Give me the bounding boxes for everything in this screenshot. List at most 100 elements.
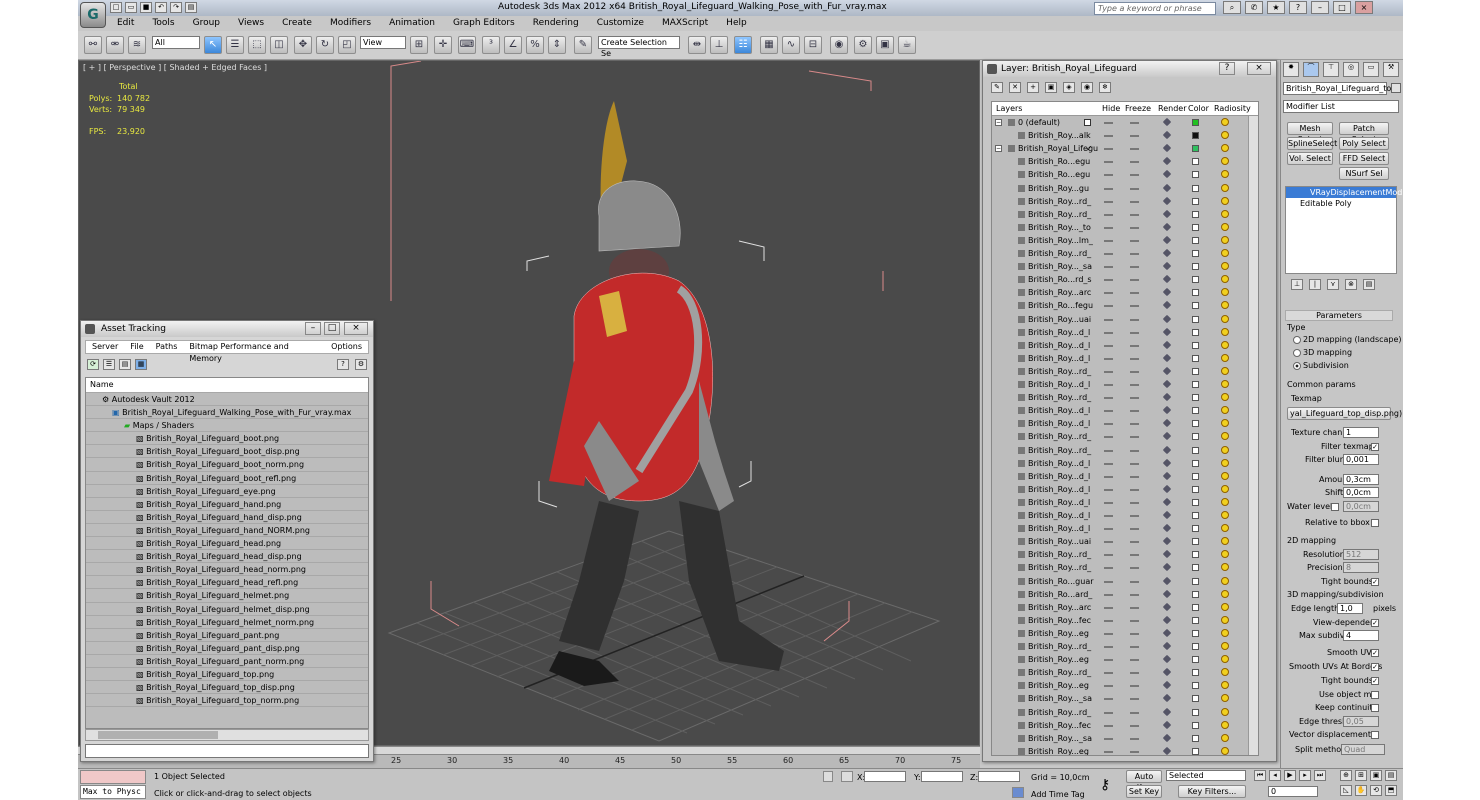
map-file-row[interactable]: ▧ British_Royal_Lifeguard_helmet_norm.pn…	[86, 616, 368, 629]
layer-row[interactable]: British_Roy...rd_	[992, 666, 1258, 679]
render-teapot-icon[interactable]	[1162, 628, 1172, 638]
menu-help[interactable]: Help	[717, 16, 756, 31]
render-teapot-icon[interactable]	[1162, 602, 1172, 611]
shift-spinner[interactable]: 0,0cm	[1343, 487, 1379, 498]
hide-toggle[interactable]	[1104, 213, 1113, 216]
layer-color-swatch[interactable]	[1192, 708, 1199, 716]
zoom-extents-icon[interactable]: ▣	[1370, 770, 1382, 781]
map-file-row[interactable]: ▧ British_Royal_Lifeguard_top.png	[86, 668, 368, 682]
radiosity-sun-icon[interactable]	[1221, 353, 1229, 362]
radiosity-sun-icon[interactable]	[1221, 170, 1229, 179]
layer-color-swatch[interactable]	[1192, 367, 1199, 375]
map-file-row[interactable]: ▧ British_Royal_Lifeguard_hand_disp.png	[86, 511, 368, 524]
radiosity-sun-icon[interactable]	[1221, 118, 1229, 126]
select-by-name-icon[interactable]: ☰	[226, 36, 244, 54]
create-layer-icon[interactable]: ✎	[991, 82, 1003, 93]
freeze-toggle[interactable]	[1130, 279, 1139, 282]
refresh-icon[interactable]: ⟳	[87, 359, 99, 370]
radiosity-sun-icon[interactable]	[1221, 550, 1229, 559]
render-teapot-icon[interactable]	[1162, 497, 1172, 507]
asset-path-field[interactable]	[85, 744, 369, 758]
asset-horizontal-scrollbar[interactable]	[85, 729, 369, 741]
freeze-toggle[interactable]	[1130, 397, 1139, 400]
menu-rendering[interactable]: Rendering	[524, 16, 588, 31]
radiosity-sun-icon[interactable]	[1221, 524, 1229, 533]
modifier-button-nsurf-sel[interactable]: NSurf Sel	[1339, 167, 1389, 180]
map-file-row[interactable]: ▧ British_Royal_Lifeguard_head_refl.png	[86, 576, 368, 590]
hide-toggle[interactable]	[1104, 711, 1113, 714]
zoom-all-icon[interactable]: ⊞	[1355, 770, 1367, 781]
col-hide[interactable]: Hide	[1102, 102, 1120, 115]
layer-row[interactable]: British_Roy...rd_	[992, 640, 1258, 653]
map-file-row[interactable]: ▧ British_Royal_Lifeguard_head.png	[86, 537, 368, 551]
table-view-icon[interactable]: ▤	[119, 359, 131, 370]
parameters-rollout[interactable]: Parameters	[1285, 310, 1393, 321]
map-file-row[interactable]: ▧ British_Royal_Lifeguard_hand_NORM.png	[86, 524, 368, 538]
new-file-icon[interactable]: □	[110, 2, 122, 13]
edit-named-selection-icon[interactable]: ✎	[574, 36, 592, 54]
layer-color-swatch[interactable]	[1192, 354, 1199, 362]
layer-color-swatch[interactable]	[1192, 341, 1199, 349]
freeze-toggle[interactable]	[1130, 515, 1139, 517]
asset-options-icon[interactable]: ⚙	[355, 359, 367, 370]
map-file-row[interactable]: ▧ British_Royal_Lifeguard_pant.png	[86, 629, 368, 642]
modifier-button-ffd-select[interactable]: FFD Select	[1339, 152, 1389, 165]
go-to-end-icon[interactable]: ⏭	[1314, 770, 1326, 781]
modifier-button-mesh-select[interactable]: Mesh Select	[1287, 122, 1333, 144]
smooth-uvs-checkbox[interactable]: ✓	[1371, 649, 1379, 657]
water-level-checkbox[interactable]	[1331, 503, 1339, 511]
favorites-icon[interactable]: ★	[1267, 1, 1285, 14]
radiosity-sun-icon[interactable]	[1221, 406, 1229, 415]
layer-row[interactable]: British_Ro...guar	[992, 575, 1258, 588]
render-teapot-icon[interactable]	[1162, 274, 1172, 284]
modifier-list-dropdown[interactable]: Modifier List	[1283, 100, 1399, 113]
render-teapot-icon[interactable]	[1162, 523, 1172, 533]
render-teapot-icon[interactable]	[1162, 576, 1172, 585]
hide-toggle[interactable]	[1104, 279, 1113, 282]
layer-color-swatch[interactable]	[1192, 197, 1199, 205]
layer-color-swatch[interactable]	[1192, 590, 1199, 598]
layer-row[interactable]: British_Roy...rd_	[992, 548, 1258, 561]
radiosity-sun-icon[interactable]	[1221, 249, 1229, 257]
freeze-toggle[interactable]	[1130, 659, 1139, 662]
hide-toggle[interactable]	[1104, 554, 1113, 557]
search-icon[interactable]: ⌕	[1223, 1, 1241, 14]
radiosity-sun-icon[interactable]	[1221, 720, 1229, 729]
show-end-result-icon[interactable]: ❘	[1309, 279, 1321, 290]
select-object-icon[interactable]: ↖	[204, 36, 222, 54]
radiosity-sun-icon[interactable]	[1221, 681, 1229, 690]
freeze-toggle[interactable]	[1130, 567, 1139, 570]
freeze-toggle[interactable]	[1130, 161, 1139, 164]
render-teapot-icon[interactable]	[1162, 471, 1172, 480]
render-teapot-icon[interactable]	[1162, 641, 1172, 651]
hide-toggle[interactable]	[1104, 187, 1113, 190]
render-teapot-icon[interactable]	[1162, 654, 1172, 664]
freeze-toggle[interactable]	[1130, 410, 1139, 413]
layer-color-swatch[interactable]	[1192, 302, 1199, 310]
radiosity-sun-icon[interactable]	[1221, 275, 1229, 284]
radiosity-sun-icon[interactable]	[1221, 602, 1229, 611]
modifier-button-vol-select[interactable]: Vol. Select	[1287, 152, 1333, 165]
layer-color-swatch[interactable]	[1192, 669, 1199, 677]
freeze-toggle[interactable]	[1130, 187, 1139, 190]
layer-color-swatch[interactable]	[1192, 512, 1199, 519]
select-highlighted-icon[interactable]: ▣	[1045, 82, 1057, 93]
render-teapot-icon[interactable]	[1162, 314, 1172, 323]
stack-item-editable-poly[interactable]: Editable Poly	[1286, 198, 1396, 209]
render-teapot-icon[interactable]	[1162, 327, 1172, 336]
render-teapot-icon[interactable]	[1162, 143, 1172, 153]
hide-toggle[interactable]	[1104, 436, 1113, 439]
precision-spinner[interactable]: 8	[1343, 562, 1379, 573]
radiosity-sun-icon[interactable]	[1221, 589, 1229, 598]
asset-minimize-button[interactable]: –	[305, 322, 321, 335]
view-dependent-checkbox[interactable]: ✓	[1371, 619, 1379, 627]
rendered-frame-icon[interactable]: ▣	[876, 36, 894, 54]
radiosity-sun-icon[interactable]	[1221, 209, 1229, 218]
viewport-label[interactable]: [ + ] [ Perspective ] [ Shaded + Edged F…	[83, 63, 267, 72]
modifier-button-splineselect[interactable]: SplineSelect	[1287, 137, 1337, 150]
application-menu-button[interactable]: G	[80, 2, 106, 28]
motion-tab-icon[interactable]: ◎	[1343, 62, 1359, 77]
radiosity-sun-icon[interactable]	[1221, 222, 1229, 231]
hide-toggle[interactable]	[1104, 672, 1113, 675]
render-teapot-icon[interactable]	[1162, 248, 1172, 258]
